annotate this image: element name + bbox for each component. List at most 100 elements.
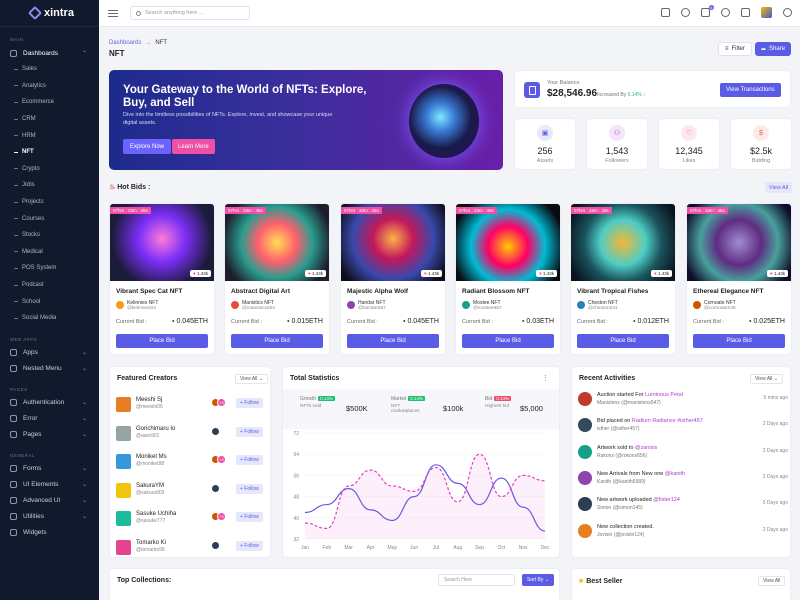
likes-badge[interactable]: ♥ 1.43k — [767, 270, 788, 277]
sidebar-item-stocks[interactable]: Stocks — [0, 227, 99, 244]
sidebar-item-crypto[interactable]: Crypto — [0, 161, 99, 178]
sidebar-item-authentication[interactable]: Authentication ⌄ — [0, 395, 99, 411]
user-handle[interactable]: (@isther457) — [611, 426, 640, 432]
sidebar-item-forms[interactable]: Forms ⌄ — [0, 461, 99, 477]
creator-name[interactable]: Meeshi Sj — [136, 397, 162, 403]
gear-icon[interactable] — [783, 8, 792, 17]
sidebar-item-school[interactable]: School — [0, 293, 99, 310]
search-input[interactable]: Search anything here ... — [130, 6, 250, 20]
activity-link[interactable]: @fister124 — [653, 497, 680, 503]
nft-name[interactable]: Vibrant Tropical Fishes — [577, 288, 648, 295]
activity-link[interactable]: @zanisis — [635, 445, 657, 451]
follow-button[interactable]: + Follow — [236, 398, 263, 408]
more-icon[interactable]: ⋮ — [542, 374, 549, 382]
follow-button[interactable]: + Follow — [236, 512, 263, 522]
creator-name[interactable]: Gorichimaru Io — [136, 426, 175, 432]
creator-name[interactable]: Tomarko Ki — [136, 540, 166, 546]
nft-image[interactable]: 07hrs : 33m : 45s ♥ 1.43k — [225, 204, 329, 281]
follow-button[interactable]: + Follow — [236, 426, 263, 437]
likes-badge[interactable]: ♥ 1.43k — [421, 270, 442, 277]
view-all-select[interactable]: View All ⌄ — [750, 374, 784, 384]
view-all-button[interactable]: View All — [765, 182, 793, 193]
language-icon[interactable] — [661, 8, 670, 17]
nft-name[interactable]: Abstract Digital Art — [231, 288, 290, 295]
sidebar-item-medical[interactable]: Medical — [0, 244, 99, 261]
breadcrumb-root[interactable]: Dashboards — [109, 40, 141, 46]
nft-image[interactable]: 07hrs : 33m : 45s ♥ 1.43k — [110, 204, 214, 281]
place-bid-button[interactable]: Place Bid — [693, 334, 785, 348]
user-handle[interactable]: (@manistens547) — [621, 400, 661, 406]
nft-image[interactable]: 07hrs : 33m : 45s ♥ 1.43k — [687, 204, 791, 281]
sidebar-item-courses[interactable]: Courses — [0, 210, 99, 227]
fullscreen-icon[interactable] — [741, 8, 750, 17]
creator-name[interactable]: SakuraYM — [136, 483, 164, 489]
bell-icon[interactable] — [721, 8, 730, 17]
sidebar-item-apps[interactable]: Apps ⌄ — [0, 345, 99, 361]
sidebar-item-podcast[interactable]: Podcast — [0, 277, 99, 294]
sidebar-item-utilities[interactable]: Utilities ⌄ — [0, 509, 99, 525]
moon-icon[interactable] — [681, 8, 690, 17]
place-bid-button[interactable]: Place Bid — [116, 334, 208, 348]
menu-toggle-icon[interactable] — [108, 8, 118, 19]
place-bid-button[interactable]: Place Bid — [577, 334, 669, 348]
nft-name[interactable]: Majestic Alpha Wolf — [347, 288, 408, 295]
place-bid-button[interactable]: Place Bid — [231, 334, 323, 348]
likes-badge[interactable]: ♥ 1.43k — [536, 270, 557, 277]
nft-card[interactable]: 07hrs : 33m : 45s ♥ 1.43k Majestic Alpha W… — [340, 203, 446, 355]
activity-link[interactable]: Radium Radiance #isther457 — [632, 418, 703, 424]
user-handle[interactable]: (@jovisin124) — [614, 532, 645, 538]
creator-name[interactable]: Moniket Ms — [136, 454, 167, 460]
user-handle[interactable]: (@simon145) — [613, 505, 643, 511]
nft-image[interactable]: 07hrs : 33m : 45s ♥ 1.43k — [456, 204, 560, 281]
likes-badge[interactable]: ♥ 1.43k — [190, 270, 211, 277]
nft-image[interactable]: 07hrs : 33m : 45s ♥ 1.43k — [341, 204, 445, 281]
likes-badge[interactable]: ♥ 1.43k — [305, 270, 326, 277]
sidebar-item-sales[interactable]: Sales — [0, 61, 99, 78]
nft-card[interactable]: 07hrs : 33m : 45s ♥ 1.43k Vibrant Spec Cat… — [109, 203, 215, 355]
follow-button[interactable]: + Follow — [236, 483, 263, 494]
sort-by-button[interactable]: Sort By ⌄ — [522, 574, 554, 586]
avatar[interactable] — [761, 7, 772, 18]
sidebar-item-hrm[interactable]: HRM — [0, 127, 99, 144]
follow-button[interactable]: + Follow — [236, 540, 263, 551]
activity-link[interactable]: @kanith — [665, 471, 685, 477]
sidebar-item-projects[interactable]: Projects — [0, 194, 99, 211]
nft-image[interactable]: 07hrs : 33m : 45s ♥ 1.43k — [571, 204, 675, 281]
sidebar-item-widgets[interactable]: Widgets — [0, 525, 99, 541]
collections-search-input[interactable]: Search Here — [438, 574, 515, 586]
sidebar-item-crm[interactable]: CRM — [0, 111, 99, 128]
share-button[interactable]: ➦ Share — [755, 42, 792, 56]
brand[interactable]: xintra — [0, 0, 99, 27]
nft-name[interactable]: Ethereal Elegance NFT — [693, 288, 763, 295]
sidebar-item-nested-menu[interactable]: Nested Menu ⌄ — [0, 361, 99, 377]
view-transactions-button[interactable]: View Transactions — [720, 83, 781, 97]
view-all-button[interactable]: View All — [758, 576, 786, 586]
nft-card[interactable]: 07hrs : 33m : 45s ♥ 1.43k Radiant Blossom … — [455, 203, 561, 355]
filter-button[interactable]: ≡ Filter — [718, 42, 752, 56]
place-bid-button[interactable]: Place Bid — [462, 334, 554, 348]
nft-card[interactable]: 07hrs : 33m : 45s ♥ 1.43k Vibrant Tropical… — [570, 203, 676, 355]
view-all-select[interactable]: View All ⌄ — [235, 374, 269, 384]
sidebar-item-analytics[interactable]: Analytics — [0, 78, 99, 95]
activity-link[interactable]: Luminous Petal — [645, 392, 683, 398]
sidebar-item-dashboards[interactable]: Dashboards ⌃ — [0, 45, 99, 61]
sidebar-item-ecommerce[interactable]: Ecommerce — [0, 94, 99, 111]
sidebar-item-error[interactable]: Error ⌄ — [0, 411, 99, 427]
nft-name[interactable]: Radiant Blossom NFT — [462, 288, 530, 295]
sidebar-item-pages[interactable]: Pages ⌄ — [0, 427, 99, 443]
likes-badge[interactable]: ♥ 1.43k — [651, 270, 672, 277]
sidebar-item-jobs[interactable]: Jobs — [0, 177, 99, 194]
nft-card[interactable]: 07hrs : 33m : 45s ♥ 1.43k Ethereal Eleganc… — [686, 203, 792, 355]
sidebar-item-advanced-ui[interactable]: Advanced UI ⌄ — [0, 493, 99, 509]
sidebar-item-social-media[interactable]: Social Media — [0, 310, 99, 327]
follow-button[interactable]: + Follow — [236, 455, 263, 465]
place-bid-button[interactable]: Place Bid — [347, 334, 439, 348]
user-handle[interactable]: (@rokons656) — [615, 453, 647, 459]
sidebar-item-ui-elements[interactable]: UI Elements ⌄ — [0, 477, 99, 493]
creator-name[interactable]: Sasuke Uchiha — [136, 511, 176, 517]
cart-icon[interactable]: 5 — [701, 5, 714, 17]
nft-card[interactable]: 07hrs : 33m : 45s ♥ 1.43k Abstract Digital… — [224, 203, 330, 355]
sidebar-item-pos-system[interactable]: POS System — [0, 260, 99, 277]
learn-more-button[interactable]: Learn More — [172, 139, 215, 154]
user-handle[interactable]: (@kanith6589) — [613, 479, 646, 485]
